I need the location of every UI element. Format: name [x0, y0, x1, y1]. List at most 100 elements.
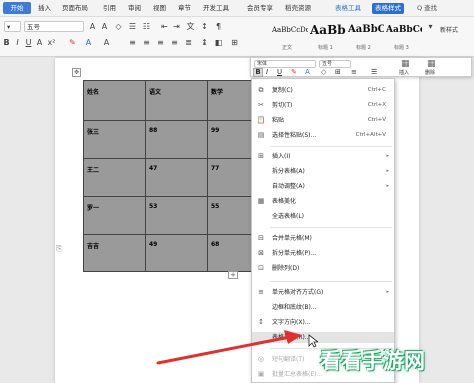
paste-options-icon[interactable]: ⎘: [56, 244, 62, 254]
menu-item-autofit[interactable]: 自动调整(A) ▸: [252, 181, 394, 192]
superscript-icon[interactable]: x²: [47, 37, 56, 48]
menu-separator: [270, 146, 392, 147]
distribute-icon[interactable]: ≣: [184, 37, 193, 48]
tab-table-tools[interactable]: 表格工具: [335, 3, 361, 14]
mini-borders-icon[interactable]: ⊞: [335, 68, 341, 76]
chevron-right-icon: ▸: [386, 289, 389, 295]
menu-item-split-cells[interactable]: ⊠ 拆分单元格(P)...: [252, 248, 394, 259]
bold-icon[interactable]: B: [2, 37, 11, 48]
mini-delete-icon[interactable]: ▦: [427, 59, 436, 69]
table-cell[interactable]: 99: [208, 121, 254, 159]
clear-format-icon[interactable]: ◇: [114, 21, 123, 32]
menu-item-paste-special[interactable]: ▤ 选择性粘贴(S)... Ctrl+Alt+V: [252, 130, 394, 141]
shading-icon[interactable]: ◧: [214, 37, 223, 48]
table-cell[interactable]: 吉吉: [84, 235, 146, 272]
menu-item-cell-alignment[interactable]: ≡ 单元格对齐方式(G) ▸: [252, 287, 394, 298]
menu-item-cut[interactable]: ✂ 剪切(T) Ctrl+X: [252, 100, 394, 111]
mini-shading-icon[interactable]: ◇: [321, 68, 326, 76]
header-cell-chinese[interactable]: 语文: [146, 81, 208, 121]
table-cell[interactable]: 68: [208, 235, 254, 272]
grow-font-icon[interactable]: A: [88, 21, 97, 32]
mini-align-icon[interactable]: ≡: [351, 68, 357, 76]
mini-italic-icon[interactable]: I: [266, 68, 268, 76]
menu-item-delete-column[interactable]: ⊡ 删除列(D): [252, 263, 394, 274]
italic-icon[interactable]: I: [13, 37, 22, 48]
table-cell[interactable]: 49: [146, 235, 208, 272]
align-left-icon[interactable]: ≡: [128, 37, 137, 48]
search-box[interactable]: Q 查找: [417, 3, 437, 14]
text-color-icon[interactable]: A: [84, 37, 93, 48]
mini-delete-label[interactable]: 删除: [425, 69, 435, 76]
mini-line-spacing-icon[interactable]: ☰: [371, 68, 377, 76]
tab-references[interactable]: 引用: [103, 3, 116, 14]
char-border-icon[interactable]: A: [102, 37, 111, 48]
table-cell[interactable]: 王二: [84, 159, 146, 197]
merge-cells-icon: ⊟: [258, 234, 264, 242]
bullets-icon[interactable]: ☰: [128, 21, 137, 32]
table-cell[interactable]: 53: [146, 197, 208, 235]
menu-item-paste[interactable]: 📋 粘贴 Ctrl+V: [252, 115, 394, 126]
show-marks-icon[interactable]: ¶: [214, 21, 223, 32]
table-cell[interactable]: 张三: [84, 121, 146, 159]
align-right-icon[interactable]: ≡: [156, 37, 165, 48]
mini-highlight-icon[interactable]: ✎: [291, 68, 297, 76]
tab-review[interactable]: 审阅: [128, 3, 141, 14]
underline-icon[interactable]: U: [24, 37, 33, 48]
tab-docer[interactable]: 稻壳资源: [285, 3, 311, 14]
tab-start[interactable]: 开始: [3, 2, 31, 14]
menu-item-split-table[interactable]: 拆分表格(A) ▸: [252, 166, 394, 177]
menu-item-borders-shading[interactable]: 边框和底纹(B)...: [252, 302, 394, 313]
font-name-select[interactable]: 五号: [24, 21, 84, 32]
mini-underline-icon[interactable]: U: [277, 68, 282, 76]
tab-insert[interactable]: 插入: [38, 3, 51, 14]
mini-insert-label[interactable]: 插入: [399, 69, 409, 76]
add-row-icon[interactable]: +: [228, 271, 238, 279]
numbering-icon[interactable]: ☷: [142, 21, 151, 32]
align-center-icon[interactable]: ≡: [142, 37, 151, 48]
indent-icon[interactable]: ⇥: [172, 21, 181, 32]
style-normal[interactable]: AaBbCcDd: [272, 19, 308, 41]
mini-insert-icon[interactable]: ▦: [401, 59, 410, 69]
style-heading-2[interactable]: AaBbC: [348, 19, 384, 41]
mini-bold-icon[interactable]: B: [253, 68, 263, 77]
table-cell[interactable]: 罗一: [84, 197, 146, 235]
table-cell[interactable]: 47: [146, 159, 208, 197]
style-heading-1[interactable]: AaBb: [310, 19, 346, 41]
chinese-layout-icon[interactable]: 文: [186, 21, 195, 32]
sort-icon[interactable]: ↕: [200, 21, 209, 32]
font-size-select[interactable]: ▾: [4, 21, 21, 32]
table-beautify-icon: ▦: [257, 197, 265, 205]
paste-icon: 📋: [256, 116, 266, 124]
tab-view[interactable]: 视图: [153, 3, 166, 14]
justify-icon[interactable]: ≡: [170, 37, 179, 48]
mini-font-color-icon[interactable]: A: [305, 68, 310, 76]
header-cell-name[interactable]: 姓名: [84, 81, 146, 121]
menu-item-table-beautify[interactable]: ▦ 表格美化: [252, 196, 394, 207]
styles-more-icon[interactable]: ▾: [426, 21, 435, 32]
menu-item-merge-cells[interactable]: ⊟ 合并单元格(M): [252, 233, 394, 244]
header-cell-math[interactable]: 数学: [208, 81, 254, 121]
new-style-button[interactable]: 新样式: [440, 25, 458, 34]
menu-item-insert[interactable]: ⊞ 插入(I) ▸: [252, 151, 394, 162]
tab-member[interactable]: 会员专享: [247, 3, 273, 14]
table-cell[interactable]: 77: [208, 159, 254, 197]
tab-table-style[interactable]: 表格样式: [372, 3, 404, 14]
menu-item-select-table[interactable]: 全选表格(L): [252, 211, 394, 222]
mini-size-select[interactable]: 五号: [319, 60, 351, 68]
table-cell[interactable]: 88: [146, 121, 208, 159]
tab-developer[interactable]: 开发工具: [203, 3, 229, 14]
font-color-icon[interactable]: A: [35, 37, 44, 48]
table-cell[interactable]: 55: [208, 197, 254, 235]
outdent-icon[interactable]: ⇤: [160, 21, 169, 32]
borders-icon[interactable]: ⊞: [230, 37, 239, 48]
line-spacing-icon[interactable]: ↨: [200, 37, 209, 48]
mini-font-select[interactable]: 宋体: [254, 60, 316, 68]
paste-special-icon: ▤: [257, 131, 265, 139]
shrink-font-icon[interactable]: A: [100, 21, 109, 32]
tab-page-layout[interactable]: 页面布局: [62, 3, 88, 14]
table-move-handle-icon[interactable]: ✥: [72, 68, 81, 77]
highlight-icon[interactable]: ✎: [68, 37, 77, 48]
style-heading-3[interactable]: AaBbCc: [386, 19, 422, 41]
menu-item-copy[interactable]: ⧉ 复制(C) Ctrl+C: [252, 85, 394, 96]
tab-section[interactable]: 章节: [178, 3, 191, 14]
